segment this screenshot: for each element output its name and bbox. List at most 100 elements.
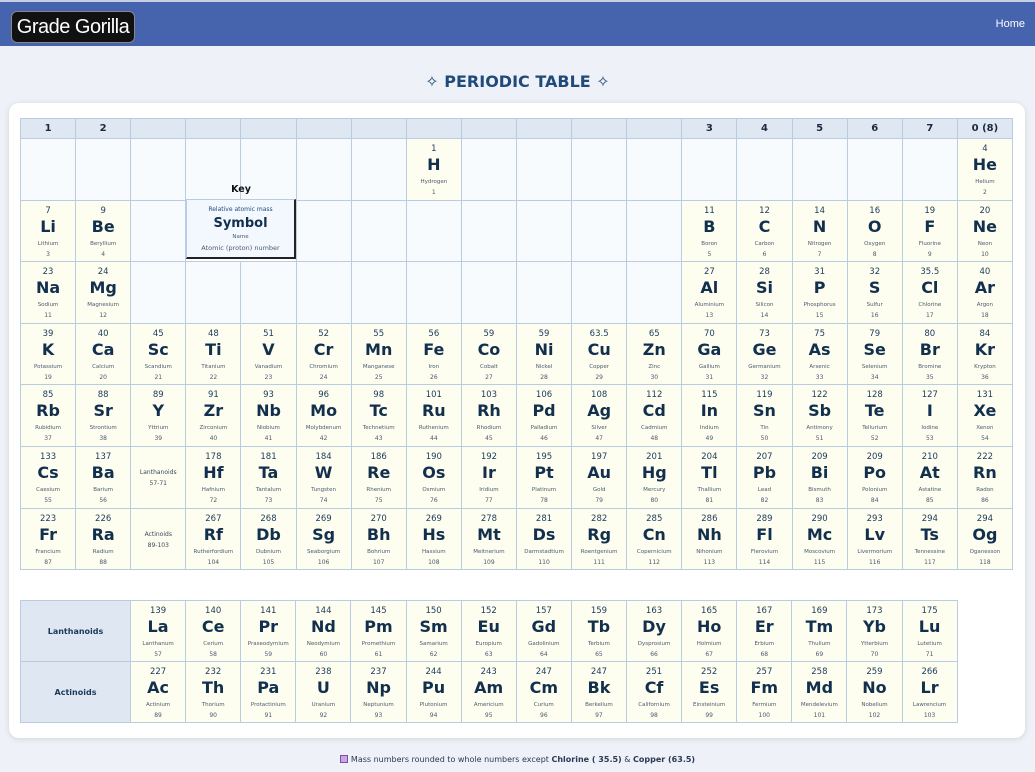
element-cell-rg[interactable]: 282 Rg Roentgenium 111 (571, 507, 628, 571)
element-cell-lr[interactable]: 266 Lr Lawrencium 103 (901, 661, 958, 723)
element-cell-ac[interactable]: 227 Ac Actinium 89 (130, 661, 187, 723)
element-cell-kr[interactable]: 84 Kr Krypton 36 (956, 322, 1013, 386)
element-cell-ar[interactable]: 40 Ar Argon 18 (956, 261, 1013, 324)
element-cell-fe[interactable]: 56 Fe Iron 26 (405, 322, 462, 386)
element-cell-tl[interactable]: 204 Tl Thallium 81 (681, 446, 738, 509)
element-cell-mt[interactable]: 278 Mt Meitnerium 109 (460, 507, 517, 571)
element-cell-p[interactable]: 31 P Phosphorus 15 (791, 261, 848, 324)
element-cell-dy[interactable]: 163 Dy Dysprosium 66 (625, 600, 683, 662)
element-cell-yb[interactable]: 173 Yb Ytterbium 70 (846, 600, 903, 662)
element-cell-sm[interactable]: 150 Sm Samarium 62 (405, 600, 462, 662)
element-cell-cn[interactable]: 285 Cn Copernicium 112 (626, 507, 683, 571)
element-cell-os[interactable]: 190 Os Osmium 76 (405, 446, 462, 509)
grade-gorilla-logo[interactable]: Grade Gorilla (11, 11, 135, 43)
element-cell-na[interactable]: 23 Na Sodium 11 (20, 261, 77, 324)
element-cell-sr[interactable]: 88 Sr Strontium 38 (75, 384, 132, 447)
home-link[interactable]: Home (996, 18, 1025, 30)
element-cell-eu[interactable]: 152 Eu Europium 63 (460, 600, 517, 662)
element-cell-ru[interactable]: 101 Ru Ruthenium 44 (405, 384, 462, 447)
element-cell-be[interactable]: 9 Be Beryllium 4 (75, 199, 132, 263)
element-cell-es[interactable]: 252 Es Einsteinium 99 (681, 661, 738, 723)
element-cell-lv[interactable]: 293 Lv Livermorium 116 (846, 507, 903, 571)
element-cell-mo[interactable]: 96 Mo Molybdenum 42 (295, 384, 352, 447)
element-cell-cu[interactable]: 63.5 Cu Copper 29 (571, 322, 628, 386)
element-cell-cs[interactable]: 133 Cs Caesium 55 (20, 446, 77, 509)
element-cell-y[interactable]: 89 Y Yttrium 39 (130, 384, 187, 447)
element-cell-ds[interactable]: 281 Ds Darmstadtium 110 (515, 507, 573, 571)
element-cell-cm[interactable]: 247 Cm Curium 96 (515, 661, 572, 723)
element-cell-hf[interactable]: 178 Hf Hafnium 72 (185, 446, 242, 509)
element-cell-nh[interactable]: 286 Nh Nihonium 113 (681, 507, 738, 571)
element-cell-zn[interactable]: 65 Zn Zinc 30 (626, 322, 683, 386)
element-cell-cf[interactable]: 251 Cf Californium 98 (625, 661, 683, 723)
element-cell-li[interactable]: 7 Li Lithium 3 (20, 199, 77, 263)
element-cell-te[interactable]: 128 Te Tellurium 52 (846, 384, 903, 447)
element-cell-mc[interactable]: 290 Mc Moscovium 115 (791, 507, 848, 571)
element-cell-se[interactable]: 79 Se Selenium 34 (846, 322, 903, 386)
element-cell-ga[interactable]: 70 Ga Gallium 31 (681, 322, 738, 386)
element-cell-br[interactable]: 80 Br Bromine 35 (901, 322, 958, 386)
element-cell-lu[interactable]: 175 Lu Lutetium 71 (901, 600, 958, 662)
element-cell-bi[interactable]: 209 Bi Bismuth 83 (791, 446, 848, 509)
element-cell-zr[interactable]: 91 Zr Zirconium 40 (185, 384, 242, 447)
element-cell-rh[interactable]: 103 Rh Rhodium 45 (460, 384, 517, 447)
element-cell-rf[interactable]: 267 Rf Rutherfordium 104 (185, 507, 242, 571)
element-cell-c[interactable]: 12 C Carbon 6 (736, 199, 793, 263)
element-cell-og[interactable]: 294 Og Oganesson 118 (956, 507, 1013, 571)
element-cell-ra[interactable]: 226 Ra Radium 88 (75, 507, 132, 571)
element-cell-as[interactable]: 75 As Arsenic 33 (791, 322, 848, 386)
element-cell-ti[interactable]: 48 Ti Titanium 22 (185, 322, 242, 386)
element-cell-am[interactable]: 243 Am Americium 95 (460, 661, 517, 723)
element-cell-hs[interactable]: 269 Hs Hassium 108 (405, 507, 462, 571)
element-cell-pd[interactable]: 106 Pd Palladium 46 (515, 384, 573, 447)
element-cell-b[interactable]: 11 B Boron 5 (681, 199, 738, 263)
element-cell-ts[interactable]: 294 Ts Tennessine 117 (901, 507, 958, 571)
element-cell-sb[interactable]: 122 Sb Antimony 51 (791, 384, 848, 447)
element-cell-in[interactable]: 115 In Indium 49 (681, 384, 738, 447)
element-cell-hg[interactable]: 201 Hg Mercury 80 (626, 446, 683, 509)
element-cell-w[interactable]: 184 W Tungsten 74 (295, 446, 352, 509)
element-cell-pm[interactable]: 145 Pm Promethium 61 (350, 600, 407, 662)
element-cell-md[interactable]: 258 Md Mendelevium 101 (791, 661, 848, 723)
element-cell-sc[interactable]: 45 Sc Scandium 21 (130, 322, 187, 386)
element-cell-rn[interactable]: 222 Rn Radon 86 (956, 446, 1013, 509)
element-cell-h[interactable]: 1 H Hydrogen 1 (405, 138, 462, 201)
element-cell-v[interactable]: 51 V Vanadium 23 (240, 322, 297, 386)
element-cell-o[interactable]: 16 O Oxygen 8 (846, 199, 903, 263)
element-cell-sg[interactable]: 269 Sg Seaborgium 106 (295, 507, 352, 571)
element-cell-nd[interactable]: 144 Nd Neodymium 60 (295, 600, 352, 662)
element-cell-bk[interactable]: 247 Bk Berkelium 97 (570, 661, 627, 723)
element-cell-fl[interactable]: 289 Fl Flerovium 114 (736, 507, 793, 571)
element-cell-co[interactable]: 59 Co Cobalt 27 (460, 322, 517, 386)
element-cell-at[interactable]: 210 At Astatine 85 (901, 446, 958, 509)
element-cell-fm[interactable]: 257 Fm Fermium 100 (736, 661, 793, 723)
element-cell-ag[interactable]: 108 Ag Silver 47 (571, 384, 628, 447)
element-cell-tb[interactable]: 159 Tb Terbium 65 (570, 600, 627, 662)
element-cell-db[interactable]: 268 Db Dubnium 105 (240, 507, 297, 571)
element-cell-tm[interactable]: 169 Tm Thulium 69 (791, 600, 848, 662)
element-cell-ta[interactable]: 181 Ta Tantalum 73 (240, 446, 297, 509)
element-cell-nb[interactable]: 93 Nb Niobium 41 (240, 384, 297, 447)
element-cell-ca[interactable]: 40 Ca Calcium 20 (75, 322, 132, 386)
element-cell-la[interactable]: 139 La Lanthanum 57 (130, 600, 187, 662)
element-cell-i[interactable]: 127 I Iodine 53 (901, 384, 958, 447)
element-cell-ce[interactable]: 140 Ce Cerium 58 (185, 600, 242, 662)
element-cell-u[interactable]: 238 U Uranium 92 (295, 661, 352, 723)
element-cell-th[interactable]: 232 Th Thorium 90 (185, 661, 242, 723)
element-cell-ni[interactable]: 59 Ni Nickel 28 (515, 322, 573, 386)
element-cell-re[interactable]: 186 Re Rhenium 75 (350, 446, 407, 509)
element-cell-k[interactable]: 39 K Potassium 19 (20, 322, 77, 386)
element-cell-au[interactable]: 197 Au Gold 79 (571, 446, 628, 509)
element-cell-cr[interactable]: 52 Cr Chromium 24 (295, 322, 352, 386)
element-cell-he[interactable]: 4 He Helium 2 (956, 138, 1013, 201)
element-cell-pu[interactable]: 244 Pu Plutonium 94 (405, 661, 462, 723)
element-cell-po[interactable]: 209 Po Polonium 84 (846, 446, 903, 509)
element-cell-np[interactable]: 237 Np Neptunium 93 (350, 661, 407, 723)
element-cell-al[interactable]: 27 Al Aluminium 13 (681, 261, 738, 324)
element-cell-cl[interactable]: 35.5 Cl Chlorine 17 (901, 261, 958, 324)
element-cell-ir[interactable]: 192 Ir Iridium 77 (460, 446, 517, 509)
element-cell-ho[interactable]: 165 Ho Holmium 67 (681, 600, 738, 662)
element-cell-s[interactable]: 32 S Sulfur 16 (846, 261, 903, 324)
element-cell-gd[interactable]: 157 Gd Gadolinium 64 (515, 600, 572, 662)
element-cell-no[interactable]: 259 No Nobelium 102 (846, 661, 903, 723)
